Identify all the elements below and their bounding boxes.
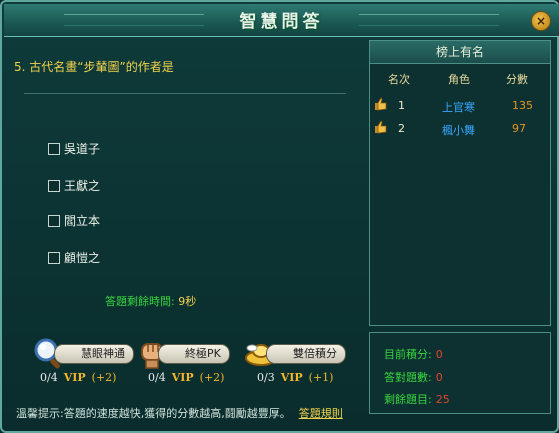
vip-bonus: (+1)	[308, 371, 334, 384]
tool-label: 雙倍積分	[266, 344, 346, 364]
vip-bonus: (+2)	[91, 371, 117, 384]
option-label: 王獻之	[64, 179, 101, 193]
title-bar: 智慧問答 ×	[4, 4, 559, 37]
tool-label: 終極PK	[158, 344, 230, 364]
row-player-name[interactable]: 楓小舞	[442, 122, 475, 138]
checkbox-icon[interactable]	[48, 214, 60, 227]
answer-timer: 答題剩餘時間: 9秒	[105, 293, 196, 309]
timer-label: 答題剩餘時間:	[105, 295, 175, 308]
stat-label: 答對題數:	[384, 371, 432, 384]
vip-bonus: (+2)	[199, 371, 225, 384]
row-score: 135	[512, 99, 533, 112]
option-1[interactable]: 吳道子	[48, 140, 100, 157]
option-4[interactable]: 顧愷之	[48, 249, 100, 266]
timer-value: 9秒	[178, 295, 197, 308]
column-score: 分數	[506, 73, 528, 86]
question-divider	[24, 93, 346, 94]
checkbox-icon[interactable]	[48, 251, 60, 264]
leaderboard-row: 1 上官寒 135	[370, 97, 550, 115]
thumbs-up-icon	[375, 97, 387, 111]
tool-usage-3: 0/3 VIP (+1)	[257, 371, 333, 384]
stat-label: 目前積分:	[384, 348, 432, 361]
close-button[interactable]: ×	[531, 11, 551, 31]
tip-text: 溫馨提示:答題的速度越快,獲得的分數越高,鬪勵越豐厚。	[16, 407, 291, 420]
stat-value: 0	[435, 348, 443, 361]
tool-usage-1: 0/4 VIP (+2)	[40, 371, 116, 384]
stat-value: 0	[435, 371, 443, 384]
checkbox-icon[interactable]	[48, 179, 60, 192]
option-label: 顧愷之	[64, 251, 101, 265]
option-label: 閻立本	[64, 214, 101, 228]
leaderboard-title: 榜上有名	[370, 41, 550, 64]
option-2[interactable]: 王獻之	[48, 177, 100, 194]
stat-current-points: 目前積分: 0	[384, 346, 443, 362]
option-label: 吳道子	[64, 142, 101, 156]
stat-correct-count: 答對題數: 0	[384, 369, 443, 385]
vip-label: VIP	[63, 371, 86, 384]
question-text: 5. 古代名畫“步輦圖”的作者是	[14, 60, 174, 74]
option-3[interactable]: 閻立本	[48, 212, 100, 229]
vip-label: VIP	[171, 371, 194, 384]
tip-bar: 溫馨提示:答題的速度越快,獲得的分數越高,鬪勵越豐厚。 答題規則	[16, 405, 343, 421]
usage-count: 0/4	[40, 371, 58, 384]
column-name: 角色	[448, 73, 470, 86]
row-player-name[interactable]: 上官寒	[442, 99, 475, 115]
tool-label: 慧眼神通	[54, 344, 134, 364]
vip-label: VIP	[280, 371, 303, 384]
tool-usage-2: 0/4 VIP (+2)	[148, 371, 224, 384]
leaderboard-panel: 榜上有名 名次 角色 分數 1 上官寒 135 2 楓小舞 97	[369, 40, 551, 326]
score-stats-panel: 目前積分: 0 答對題數: 0 剩餘題目: 25	[369, 332, 551, 414]
row-rank: 2	[398, 122, 405, 135]
stat-remaining-questions: 剩餘題目: 25	[384, 391, 450, 407]
row-score: 97	[512, 122, 526, 135]
column-rank: 名次	[388, 73, 410, 86]
stat-label: 剩餘題目:	[384, 393, 432, 406]
row-rank: 1	[398, 99, 405, 112]
usage-count: 0/4	[148, 371, 166, 384]
thumbs-up-icon	[375, 120, 387, 134]
rules-link[interactable]: 答題規則	[299, 407, 343, 420]
stat-value: 25	[435, 393, 450, 406]
checkbox-icon[interactable]	[48, 142, 60, 155]
window-title: 智慧問答	[239, 12, 324, 32]
leaderboard-row: 2 楓小舞 97	[370, 120, 550, 138]
usage-count: 0/3	[257, 371, 275, 384]
